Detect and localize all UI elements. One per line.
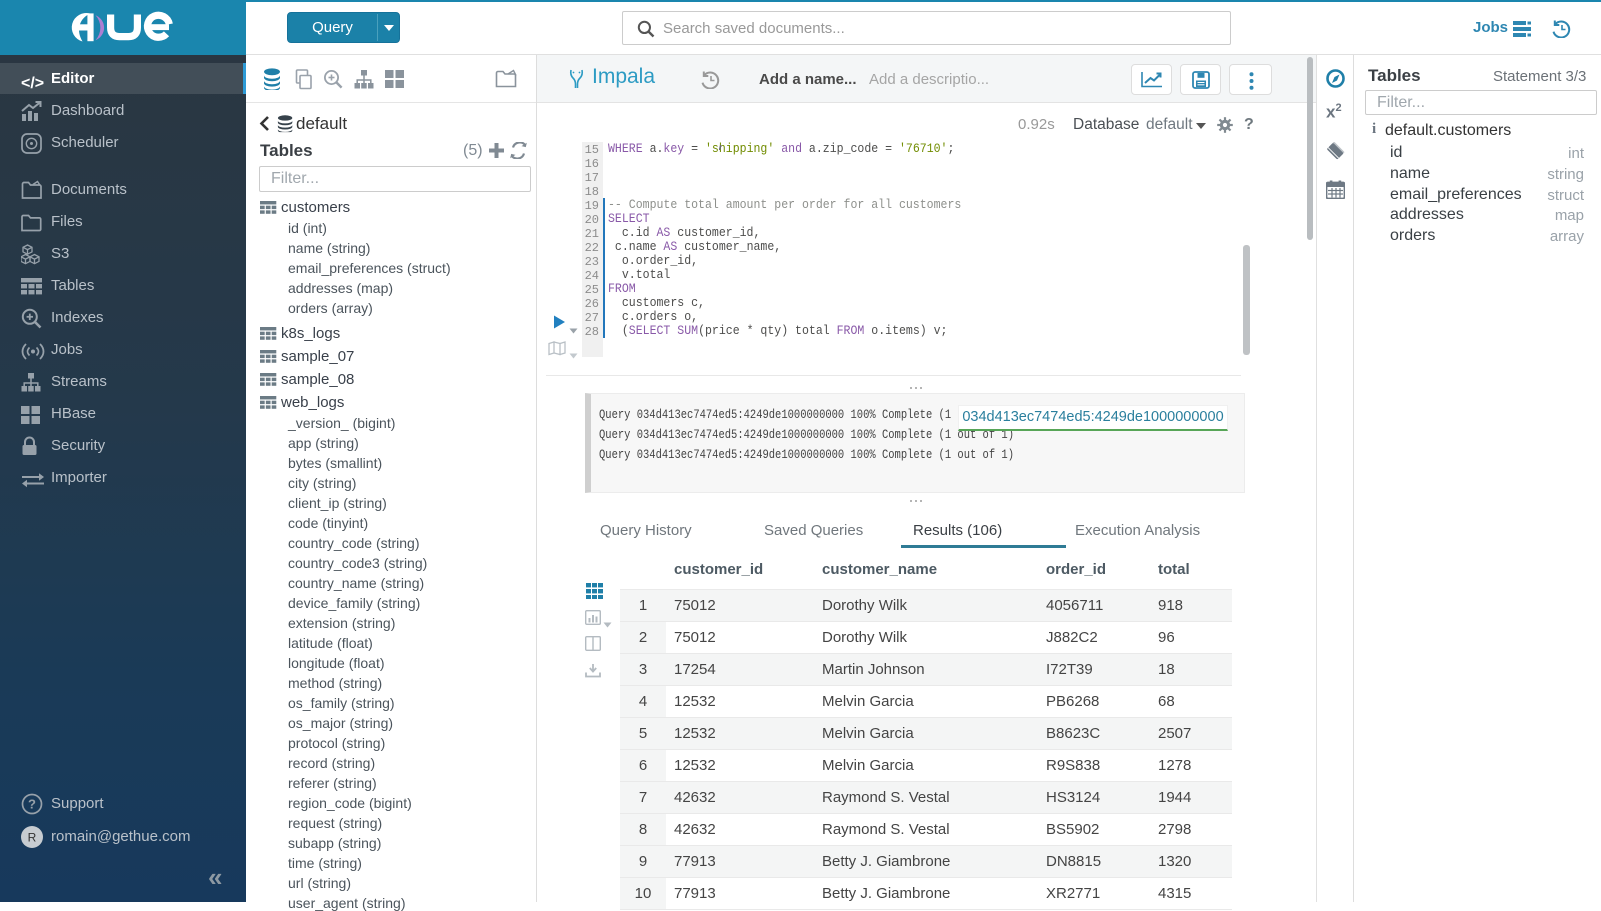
svg-text:R: R <box>28 831 37 845</box>
svg-text:?: ? <box>28 797 36 812</box>
